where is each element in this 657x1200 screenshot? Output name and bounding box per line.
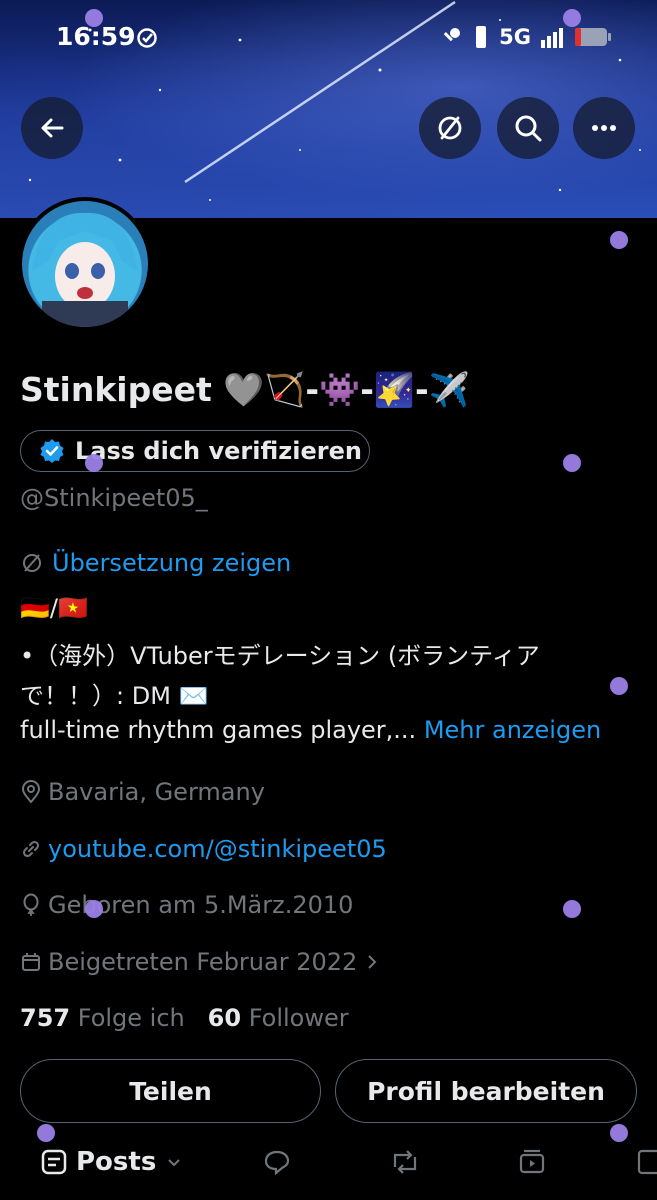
bio-truncated-text: full-time rhythm games player,... [20,716,417,744]
translate-toggle-button[interactable] [419,97,481,159]
followers-count: 60 [207,1004,242,1032]
battery-icon [575,28,611,46]
bio-text-truncated: full-time rhythm games player,... Mehr a… [20,716,601,744]
touch-marker [563,9,581,27]
website-link[interactable]: youtube.com/@stinkipeet05 [48,835,387,863]
media-icon [519,1149,545,1174]
edit-profile-label: Profil bearbeiten [367,1076,605,1106]
followers-label: Follower [248,1004,349,1032]
verified-badge-icon [40,439,64,463]
avatar-illustration [32,212,138,327]
followers-link[interactable]: 60 Follower [208,1004,349,1032]
location-pin-icon [21,780,41,804]
touch-marker [85,9,103,27]
calendar-icon [22,953,40,971]
following-link[interactable]: 757 Folge ich [20,1004,185,1032]
location-text: Bavaria, Germany [48,778,265,806]
touch-marker [85,454,103,472]
username-handle: @Stinkipeet05_ [20,484,208,512]
touch-marker [563,454,581,472]
search-icon [515,115,542,142]
search-button[interactable] [497,97,559,159]
network-type: 5G [499,25,531,49]
posts-icon [41,1149,67,1175]
bio-flags: 🇩🇪/🇻🇳 [20,594,88,622]
touch-marker [37,1124,55,1142]
tab-media[interactable] [517,1132,547,1192]
get-verified-button[interactable]: Lass dich verifizieren [20,430,370,472]
get-verified-label: Lass dich verifizieren [75,437,362,465]
status-icons: 5G [439,24,613,50]
more-horizontal-icon [592,125,616,131]
chevron-down-icon [168,1159,181,1167]
articles-icon [637,1149,657,1175]
back-button[interactable] [21,97,83,159]
joined-row[interactable]: Beigetreten Februar 2022 [20,948,381,976]
tab-more[interactable] [637,1132,657,1192]
touch-marker [610,677,628,695]
show-translation-label: Übersetzung zeigen [52,549,292,577]
website-row[interactable]: youtube.com/@stinkipeet05 [20,835,387,863]
following-label: Folge ich [77,1004,185,1032]
edit-profile-button[interactable]: Profil bearbeiten [335,1059,637,1123]
repost-icon [393,1150,417,1174]
touch-marker [85,900,103,918]
tab-posts-label: Posts [76,1147,157,1177]
translate-off-icon [438,116,462,140]
share-label: Teilen [129,1076,212,1106]
sync-check-icon [137,28,157,48]
joined-text: Beigetreten Februar 2022 [48,948,358,976]
link-icon [22,840,40,858]
share-button[interactable]: Teilen [20,1059,321,1123]
following-count: 757 [20,1004,71,1032]
vibrate-icon [476,26,487,48]
touch-marker [610,231,628,249]
signal-icon [541,28,563,48]
touch-marker [610,1124,628,1142]
more-button[interactable] [573,97,635,159]
tab-reposts[interactable] [389,1132,421,1192]
key-icon [443,28,461,42]
tab-posts[interactable]: Posts [40,1132,184,1192]
avatar-image [22,201,148,327]
tab-replies[interactable] [262,1132,292,1192]
location-row: Bavaria, Germany [20,778,265,806]
show-translation-link[interactable]: Übersetzung zeigen [20,549,291,577]
reply-icon [264,1150,290,1176]
profile-tabs: Posts [0,1132,657,1200]
bio-text-line: •（海外）VTuberモデレーション (ボランティアで！！）: DM ✉️ [20,642,540,710]
follow-stats: 757 Folge ich 60 Follower [20,1004,349,1032]
balloon-icon [23,893,39,916]
show-more-link[interactable]: Mehr anzeigen [424,716,601,744]
translate-icon [23,554,41,572]
profile-avatar[interactable] [18,197,152,331]
touch-marker [563,900,581,918]
chevron-right-icon [368,955,377,969]
arrow-left-icon [41,118,64,138]
birthday-row: Geboren am 5.März.2010 [20,891,353,919]
display-name: Stinkipeet 🩶🏹-👾-🌠-✈️ [20,370,470,409]
